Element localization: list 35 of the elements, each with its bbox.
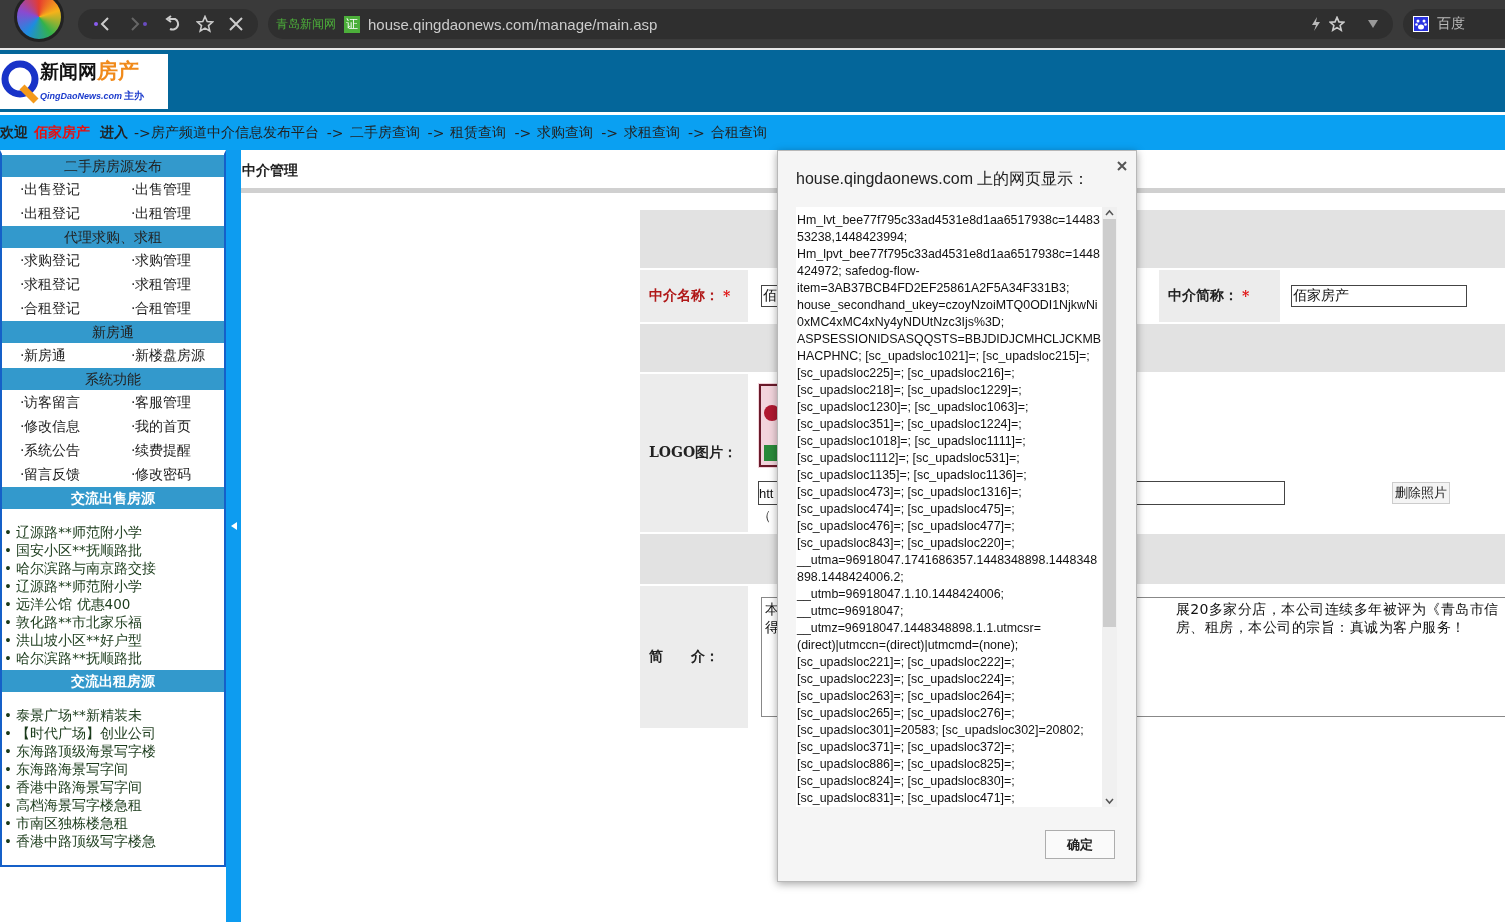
url-text: house.qingdaonews.com/manage/main.asp <box>368 15 658 33</box>
arrow-text: -> <box>427 124 445 141</box>
required-mark: * <box>1242 288 1250 304</box>
logo-title: 新闻网 <box>40 59 97 82</box>
logo-subtitle: QingDaoNews.com <box>40 90 122 101</box>
required-mark: * <box>723 288 731 304</box>
cert-badge: 证 <box>344 15 360 33</box>
field-label: 中介简称： <box>1168 287 1238 305</box>
logo-suffix: 主办 <box>124 89 144 101</box>
enter-text: 进入 <box>100 123 128 142</box>
section-header: 新房通 <box>2 321 224 343</box>
arrow-text: -> <box>514 124 532 141</box>
field-label: LOGO图片： <box>649 444 738 462</box>
intro-text: 房、租房，本公司的宗旨：真诚为客户服务！ <box>1175 618 1466 636</box>
field-label: 中介名称： <box>649 287 719 305</box>
arrow-text: -> <box>326 124 344 141</box>
arrow-text: -> <box>134 124 151 141</box>
section-header: 交流出租房源 <box>2 670 224 692</box>
section-header: 交流出售房源 <box>2 487 224 509</box>
site-name-label: 青岛新闻网 <box>276 15 336 33</box>
user-name: 佰家房产 <box>34 123 90 142</box>
field-label: 简 介： <box>649 648 719 666</box>
arrow-text: -> <box>688 124 705 141</box>
dialog-title: house.qingdaonews.com 上的网页显示： <box>796 168 1090 189</box>
dialog-message: Hm_lvt_bee77f795c33ad4531e8d1aa6517938c=1448353238,1448423994; Hm_lpvt_bee77f795c33ad4531e8d1aa6517938c=1448424972; safedog-flow-item=3AB37BCB4FD2EF25861A2F5A34F331B3; house_secondhand_ukey=czoyNzoiMTQ0ODI1NjkwNi0xMC4xMC4xNy4yNDUtNzc3Ijs%3D; ASPSESSIONIDSASQQSTS=BBJDIDJCMHCLJCKMBHACPHNC; [sc_upadsloc1021]=; [sc_upadsloc215]=; [sc_upadsloc225]=; [sc_upadsloc216]=; [sc_upadsloc218]=; [sc_upadsloc1229]=; [sc_upadsloc1230]=; [sc_upadsloc1063]=; [sc_upadsloc351]=; [sc_upadsloc1224]=; [sc_upadsloc1018]=; [sc_upadsloc1111]=; [sc_upadsloc1112]=; [sc_upadsloc531]=; [sc_upadsloc1135]=; [sc_upadsloc1136]=; [sc_upadsloc473]=; [sc_upadsloc1316]=; [sc_upadsloc474]=; [sc_upadsloc475]=; [sc_upadsloc476]=; [sc_upadsloc477]=; [sc_upadsloc843]=; [sc_upadsloc220]=; __utma=96918047.1741686357.1448348898.1448348898.1448424006.2; __utmb=96918047.1.10.1448424006; __utmc=96918047; __utmz=96918047.1448348898.1.1.utmcsr=(direct)|utmccn=(direct)|utmcmd=(none); [sc_upadsloc221]=; [sc_upadsloc222]=; [sc_upadsloc223]=; [sc_upadsloc224]=; [sc_upadsloc263]=; [sc_upadsloc264]=; [sc_upadsloc265]=; [sc_upadsloc276]=; [sc_upadsloc301]=20583; [sc_upadsloc302]=20802; [sc_upadsloc371]=; [sc_upadsloc372]=; [sc_upadsloc886]=; [sc_upadsloc825]=; [sc_upadsloc824]=; [sc_upadsloc830]=; [sc_upadsloc831]=; [sc_upadsloc471]=; <box>796 212 1102 807</box>
arrow-text: -> <box>601 124 618 141</box>
intro-text: 展20多家分店，本公司连续多年被评为《青岛市信 <box>1175 600 1499 618</box>
section-header: 二手房房源发布 <box>2 155 224 177</box>
page-title: 中介管理 <box>242 162 298 178</box>
logo-accent: 房产 <box>97 58 139 83</box>
welcome-text: 欢迎 <box>0 123 28 142</box>
section-header: 系统功能 <box>2 368 224 390</box>
hint-text: （ <box>758 507 771 525</box>
section-header: 代理求购、求租 <box>2 226 224 248</box>
intro-text: 得 <box>765 618 780 636</box>
